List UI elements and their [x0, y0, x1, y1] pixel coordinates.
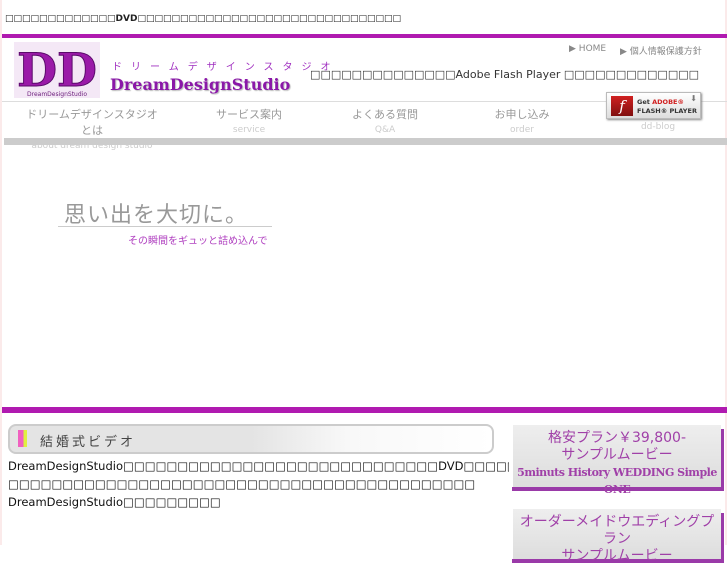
nav-sublabel: Q&A	[374, 125, 396, 135]
logo[interactable]: DD DreamDesignStudio	[14, 42, 100, 98]
flash-adobe: ADOBE®	[652, 98, 684, 106]
nav-label: ドリームデザインスタジオとは	[26, 108, 158, 137]
section-title: 結婚式ビデオ	[40, 435, 137, 450]
body-line: DreamDesignStudio□□□□□□□□□□□□□□□□□□□□□□□…	[8, 459, 562, 473]
nav-service[interactable]: サービス案内 service	[179, 106, 319, 135]
nav-label: サービス案内	[216, 108, 282, 121]
download-icon: ⬇	[690, 94, 697, 103]
svg-text:DD: DD	[17, 43, 97, 97]
flash-get: Get	[637, 98, 650, 106]
body-line: DreamDesignStudio□□□□□□□□□	[8, 495, 221, 509]
home-link[interactable]: ▶ HOME	[569, 44, 606, 54]
get-flash-player-button[interactable]: f Get ADOBE® FLASH® PLAYER ⬇	[606, 92, 701, 119]
hero-title: 思い出を大切に。	[64, 203, 249, 228]
nav-sublabel: dd-blog	[640, 122, 676, 132]
nav-label: お申し込み	[494, 108, 550, 121]
banner-line: サンプルムービー	[561, 447, 673, 463]
hero-underline	[58, 226, 272, 227]
custom-plan-banner[interactable]: オーダーメイドウエディングプラン サンプルムービー	[509, 509, 721, 564]
hero-subtitle: その瞬間をギュッと詰め込んで	[128, 236, 268, 247]
nav-qa[interactable]: よくある質問 Q&A	[315, 106, 455, 135]
banner-line: 5minuts History WEDDING Simple ONE	[517, 466, 717, 496]
content-top-bar	[2, 407, 727, 413]
page-description: □□□□□□□□□□□□□DVD□□□□□□□□□□□□□□□□□□□□□□□□…	[5, 14, 402, 24]
svg-text:DreamDesignStudio: DreamDesignStudio	[27, 91, 87, 98]
logo-name[interactable]: DreamDesignStudio	[110, 75, 290, 94]
header-top-bar	[2, 34, 727, 38]
banner-line: サンプルムービー	[561, 548, 673, 564]
privacy-link-label: 個人情報保護方針	[629, 47, 702, 57]
section-body: DreamDesignStudio□□□□□□□□□ □□□□□□□□□□□□□□…	[8, 457, 562, 511]
flash-player-label: FLASH® PLAYER	[637, 107, 697, 115]
logo-kana: ドリームデザインスタジオ	[112, 62, 340, 73]
banner-line: オーダーメイドウエディングプラン	[519, 514, 715, 547]
body-line: □□□□□□□□□□□□□□□□□□□□□□□□□□□□□□□□□□□□□□□□…	[8, 477, 476, 491]
budget-plan-banner[interactable]: 格安プラン￥39,800- サンプルムービー 5minuts History W…	[509, 425, 721, 496]
flash-icon: f	[611, 96, 633, 116]
privacy-link[interactable]: ▶ 個人情報保護方針	[620, 44, 702, 57]
nav-order[interactable]: お申し込み order	[452, 106, 592, 135]
nav-sublabel: order	[510, 125, 534, 135]
nav-sublabel: service	[232, 125, 266, 135]
nav-label: よくある質問	[352, 108, 418, 121]
section-marker-icon	[18, 430, 27, 447]
banner-line: 格安プラン￥39,800-	[547, 430, 687, 446]
nav-divider	[4, 138, 727, 145]
home-link-label: HOME	[578, 44, 607, 54]
flash-notice: □□□□□□□□□□□□□□Adobe Flash Player □□□□□□□…	[310, 68, 699, 81]
